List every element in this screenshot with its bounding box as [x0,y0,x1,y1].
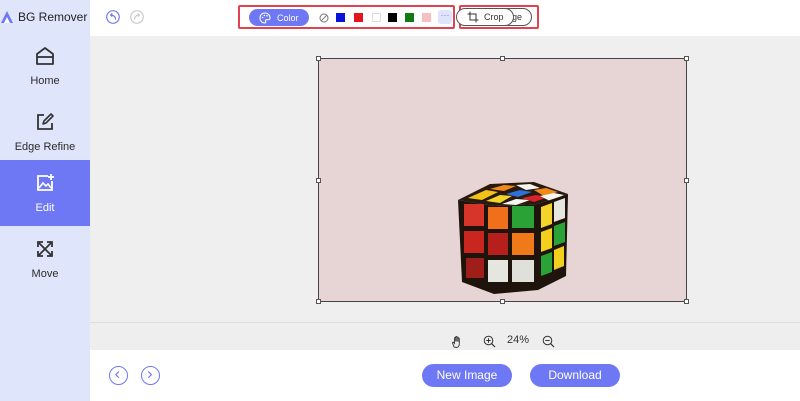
canvas-area [90,36,800,322]
swatch-white[interactable] [372,13,381,22]
toolbar: Color ··· Image Crop [90,0,800,36]
resize-handle-bottom-right[interactable] [684,299,689,304]
swatch-pink[interactable] [422,13,431,22]
zoom-level: 24% [507,334,530,346]
zoom-bar: 24% [90,322,800,350]
chevron-right-icon [147,371,153,379]
palette-icon [259,11,271,24]
crop-button-label: Crop [484,12,504,22]
download-button[interactable]: Download [530,364,620,387]
resize-handle-top-right[interactable] [684,56,689,61]
resize-handle-top-left[interactable] [316,56,321,61]
sidebar-item-label: Move [31,268,59,280]
undo-icon[interactable] [106,10,120,24]
swatch-green[interactable] [405,13,414,22]
more-colors-button[interactable]: ··· [438,10,452,24]
color-button-label: Color [277,12,299,23]
resize-handle-bottom-left[interactable] [316,299,321,304]
color-options-group: Color ··· [238,5,455,29]
sidebar-item-label: Edge Refine [14,141,76,153]
edit-square-icon [37,113,54,130]
swatch-black[interactable] [388,13,397,22]
resize-handle-top[interactable] [500,56,505,61]
home-icon [36,47,54,65]
sidebar-item-label: Edit [35,202,55,214]
sidebar-item-move[interactable]: Move [0,226,90,292]
move-arrows-icon [37,241,53,257]
image-edit-icon [37,174,54,191]
no-color-icon[interactable] [319,13,329,23]
next-button[interactable] [141,366,160,385]
app-brand: BG Remover [0,6,87,28]
resize-handle-left[interactable] [316,178,321,183]
previous-button[interactable] [109,366,128,385]
more-dots-icon: ··· [440,10,450,20]
resize-handle-bottom[interactable] [500,299,505,304]
sidebar: BG Remover Home Edge Refine Edit Move [0,0,90,401]
swatch-red[interactable] [354,13,363,22]
redo-icon[interactable] [130,10,144,24]
crop-icon [467,11,479,23]
bottom-bar: New Image Download [90,350,800,401]
new-image-button[interactable]: New Image [422,364,512,387]
zoom-in-icon[interactable] [483,335,496,348]
zoom-out-icon[interactable] [542,335,555,348]
chevron-left-icon [114,371,120,379]
resize-handle-right[interactable] [684,178,689,183]
sidebar-item-label: Home [30,75,60,87]
color-button[interactable]: Color [249,9,309,26]
sidebar-item-edge-refine[interactable]: Edge Refine [0,99,90,165]
crop-button[interactable]: Crop [456,8,514,26]
hand-pan-icon[interactable] [450,335,464,349]
rubiks-cube-image [458,182,568,294]
app-logo-icon [1,11,13,23]
app-title: BG Remover [18,10,88,24]
swatch-blue[interactable] [336,13,345,22]
sidebar-item-home[interactable]: Home [0,33,90,99]
sidebar-item-edit[interactable]: Edit [0,160,90,226]
